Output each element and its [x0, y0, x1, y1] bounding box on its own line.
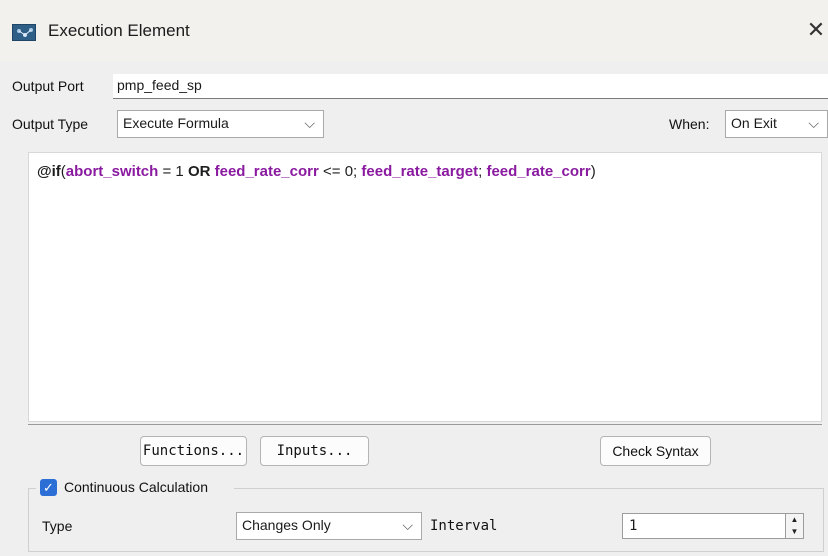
formula-token: <= 0; — [318, 163, 362, 180]
when-value: On Exit — [731, 115, 777, 131]
formula-operator-or: OR — [187, 163, 211, 180]
continuous-calculation-label: Continuous Calculation — [64, 479, 208, 495]
output-port-label: Output Port — [12, 78, 84, 94]
type-value: Changes Only — [242, 517, 331, 533]
continuous-calculation-checkbox[interactable]: ✓ — [40, 479, 57, 496]
formula-editor[interactable]: @if(abort_switch = 1 OR feed_rate_corr <… — [28, 152, 822, 422]
when-label: When: — [669, 116, 710, 132]
interval-label: Interval — [430, 518, 498, 534]
formula-variable: feed_rate_corr — [210, 163, 319, 180]
functions-button[interactable]: Functions... — [140, 436, 247, 466]
output-type-label: Output Type — [12, 116, 89, 132]
formula-variable: feed_rate_target — [361, 163, 479, 180]
check-syntax-button[interactable]: Check Syntax — [600, 436, 711, 466]
output-type-select[interactable]: Execute Formula ⌵ — [117, 110, 324, 138]
formula-function: @if — [37, 163, 61, 180]
execution-element-app-icon — [12, 24, 36, 41]
when-select[interactable]: On Exit ⌵ — [725, 110, 828, 138]
spin-down-icon[interactable]: ▼ — [786, 526, 803, 538]
formula-token: ) — [590, 163, 596, 180]
inputs-button[interactable]: Inputs... — [260, 436, 369, 466]
editor-divider — [28, 424, 822, 425]
formula-variable: abort_switch — [65, 163, 159, 180]
output-type-value: Execute Formula — [123, 115, 229, 131]
formula-variable: feed_rate_corr — [486, 163, 591, 180]
interval-spinbox[interactable]: 1 ▲ ▼ — [622, 513, 804, 539]
output-port-field[interactable]: pmp_feed_sp — [113, 74, 828, 99]
spin-buttons: ▲ ▼ — [785, 514, 803, 538]
type-label: Type — [42, 518, 73, 534]
chevron-down-icon: ⌵ — [304, 115, 315, 131]
formula-token: = 1 — [158, 163, 188, 180]
interval-value: 1 — [629, 518, 638, 534]
type-select[interactable]: Changes Only ⌵ — [236, 512, 422, 540]
chevron-down-icon: ⌵ — [808, 115, 819, 131]
chevron-down-icon: ⌵ — [402, 517, 413, 533]
window-title: Execution Element — [48, 21, 190, 40]
spin-up-icon[interactable]: ▲ — [786, 514, 803, 526]
close-icon[interactable]: ✕ — [805, 15, 827, 45]
